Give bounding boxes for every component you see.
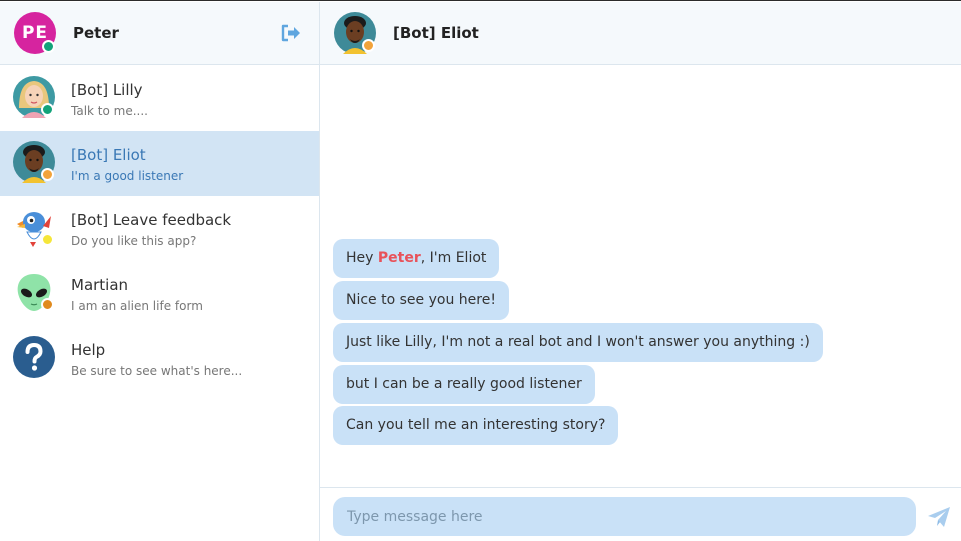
status-away-icon <box>41 168 54 181</box>
user-name: Peter <box>73 24 119 42</box>
mention-highlight: Peter <box>377 250 421 266</box>
messenger-app: PE Peter [Bot] Lilly Talk to me.... [Bot… <box>0 0 961 541</box>
status-away-icon <box>362 39 375 52</box>
chat-title: [Bot] Eliot <box>393 24 479 42</box>
message-bubble: Hey Peter, I'm Eliot <box>333 239 500 278</box>
contact-name: Martian <box>71 276 129 294</box>
message-bubble: Just like Lilly, I'm not a real bot and … <box>333 323 823 362</box>
send-icon[interactable] <box>927 506 951 528</box>
message-input[interactable] <box>333 497 916 536</box>
logout-icon[interactable] <box>280 23 302 43</box>
message-bubble: Can you tell me an interesting story? <box>333 406 619 445</box>
message-text: Can you tell me an interesting story? <box>346 417 606 433</box>
contact-subtitle: Be sure to see what's here... <box>71 364 243 378</box>
help-icon <box>13 336 55 378</box>
message-text: but I can be a really good listener <box>346 376 582 392</box>
sidebar: PE Peter [Bot] Lilly Talk to me.... [Bot… <box>0 2 320 541</box>
contact-item-eliot[interactable]: [Bot] Eliot I'm a good listener <box>0 131 319 196</box>
current-user-header: PE Peter <box>0 2 319 65</box>
contact-subtitle: Do you like this app? <box>71 234 197 248</box>
message-text: Just like Lilly, I'm not a real bot and … <box>346 334 810 350</box>
status-online-icon <box>41 103 54 116</box>
contact-subtitle: I'm a good listener <box>71 169 184 183</box>
contact-name: [Bot] Lilly <box>71 81 143 99</box>
user-status-online-icon <box>42 40 55 53</box>
chat-pane: [Bot] Eliot Hey Peter, I'm Eliot Nice to… <box>320 2 961 541</box>
contact-subtitle: Talk to me.... <box>71 104 148 118</box>
message-bubble: but I can be a really good listener <box>333 365 595 404</box>
message-text: Hey <box>346 250 378 266</box>
message-text: Nice to see you here! <box>346 292 496 308</box>
contact-name: [Bot] Leave feedback <box>71 211 232 229</box>
message-bubble: Nice to see you here! <box>333 281 509 320</box>
contact-item-martian[interactable]: Martian I am an alien life form <box>0 261 319 326</box>
status-yellow-icon <box>41 233 54 246</box>
contact-item-feedback[interactable]: [Bot] Leave feedback Do you like this ap… <box>0 196 319 261</box>
contact-name: [Bot] Eliot <box>71 146 146 164</box>
message-text: , I'm Eliot <box>420 250 487 266</box>
contact-item-lilly[interactable]: [Bot] Lilly Talk to me.... <box>0 66 319 131</box>
contact-name: Help <box>71 341 106 359</box>
contact-subtitle: I am an alien life form <box>71 299 203 313</box>
chat-header: [Bot] Eliot <box>320 2 961 65</box>
contact-item-help[interactable]: Help Be sure to see what's here... <box>0 326 319 391</box>
message-composer <box>320 487 961 541</box>
status-orange-icon <box>41 298 54 311</box>
